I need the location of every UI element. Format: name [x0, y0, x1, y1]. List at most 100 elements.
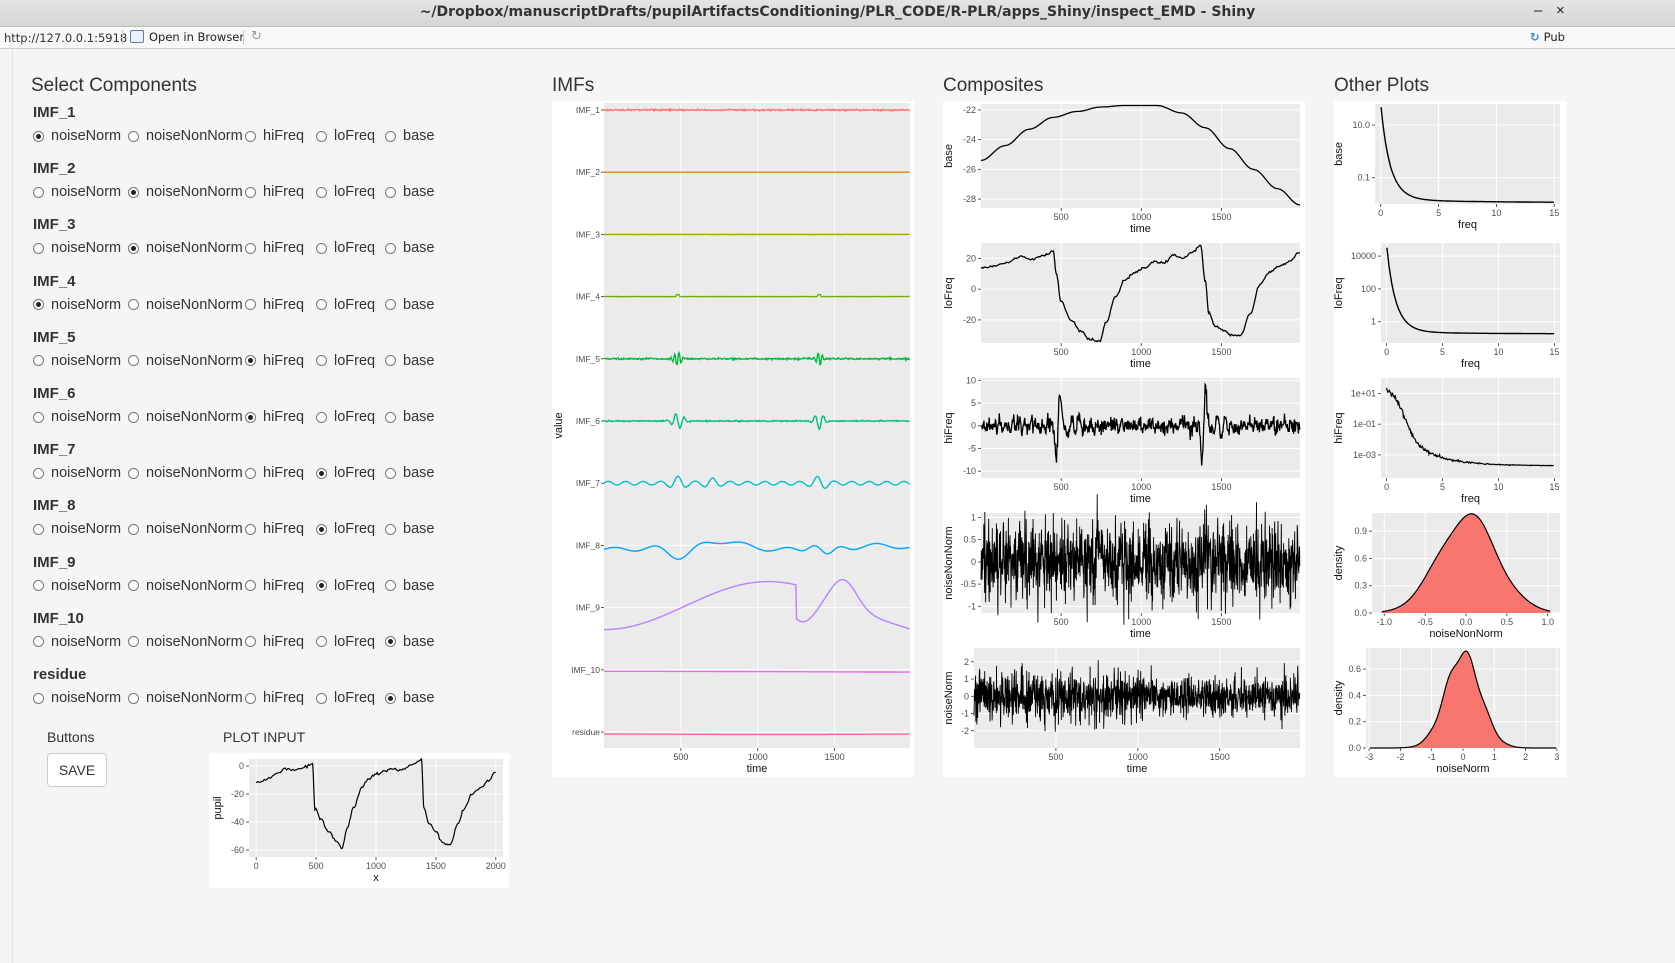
radio-button[interactable]	[33, 186, 44, 198]
radio-button[interactable]	[245, 186, 256, 198]
radio-button[interactable]	[316, 242, 327, 254]
radio-option-noisenorm[interactable]: noiseNorm	[33, 297, 121, 313]
radio-button[interactable]	[385, 523, 396, 535]
radio-option-noisenonnorm[interactable]: noiseNonNorm	[128, 240, 243, 256]
radio-option-base[interactable]: base	[385, 297, 434, 313]
radio-option-noisenonnorm[interactable]: noiseNonNorm	[128, 690, 243, 706]
radio-button[interactable]	[385, 299, 396, 311]
radio-button[interactable]	[385, 467, 396, 479]
radio-option-base[interactable]: base	[385, 690, 434, 706]
radio-button[interactable]	[33, 467, 44, 479]
radio-option-hifreq[interactable]: hiFreq	[245, 521, 304, 537]
radio-option-noisenorm[interactable]: noiseNorm	[33, 184, 121, 200]
radio-option-lofreq[interactable]: loFreq	[316, 521, 375, 537]
radio-button[interactable]	[316, 467, 327, 479]
radio-option-base[interactable]: base	[385, 465, 434, 481]
radio-button[interactable]	[245, 299, 256, 311]
radio-option-noisenonnorm[interactable]: noiseNonNorm	[128, 184, 243, 200]
radio-button[interactable]	[33, 299, 44, 311]
radio-button[interactable]	[128, 355, 139, 367]
radio-button[interactable]	[245, 636, 256, 648]
radio-button[interactable]	[316, 411, 327, 423]
radio-button[interactable]	[33, 636, 44, 648]
radio-option-base[interactable]: base	[385, 409, 434, 425]
radio-button[interactable]	[316, 355, 327, 367]
close-button[interactable]: ×	[1556, 2, 1565, 19]
radio-option-noisenonnorm[interactable]: noiseNonNorm	[128, 409, 243, 425]
radio-option-noisenonnorm[interactable]: noiseNonNorm	[128, 634, 243, 650]
radio-button[interactable]	[33, 355, 44, 367]
radio-button[interactable]	[128, 299, 139, 311]
radio-button[interactable]	[245, 130, 256, 142]
radio-button[interactable]	[33, 242, 44, 254]
radio-option-base[interactable]: base	[385, 578, 434, 594]
radio-option-noisenorm[interactable]: noiseNorm	[33, 521, 121, 537]
radio-option-hifreq[interactable]: hiFreq	[245, 578, 304, 594]
radio-button[interactable]	[316, 636, 327, 648]
radio-option-base[interactable]: base	[385, 184, 434, 200]
radio-button[interactable]	[385, 130, 396, 142]
radio-button[interactable]	[245, 411, 256, 423]
radio-button[interactable]	[245, 467, 256, 479]
radio-button[interactable]	[128, 411, 139, 423]
radio-button[interactable]	[245, 692, 256, 704]
radio-button[interactable]	[128, 636, 139, 648]
radio-button[interactable]	[385, 355, 396, 367]
publish-button[interactable]: ↻ Pub	[1530, 30, 1565, 44]
radio-option-noisenorm[interactable]: noiseNorm	[33, 634, 121, 650]
radio-option-noisenorm[interactable]: noiseNorm	[33, 353, 121, 369]
radio-button[interactable]	[128, 130, 139, 142]
radio-option-hifreq[interactable]: hiFreq	[245, 634, 304, 650]
radio-button[interactable]	[245, 580, 256, 592]
radio-option-lofreq[interactable]: loFreq	[316, 465, 375, 481]
radio-button[interactable]	[385, 242, 396, 254]
open-in-browser-button[interactable]: Open in Browser	[130, 30, 244, 44]
radio-button[interactable]	[316, 130, 327, 142]
radio-option-lofreq[interactable]: loFreq	[316, 578, 375, 594]
radio-button[interactable]	[128, 186, 139, 198]
radio-option-noisenorm[interactable]: noiseNorm	[33, 128, 121, 144]
radio-option-base[interactable]: base	[385, 240, 434, 256]
radio-button[interactable]	[33, 692, 44, 704]
radio-option-base[interactable]: base	[385, 353, 434, 369]
radio-button[interactable]	[128, 523, 139, 535]
radio-button[interactable]	[245, 523, 256, 535]
radio-option-base[interactable]: base	[385, 128, 434, 144]
radio-button[interactable]	[316, 523, 327, 535]
radio-option-noisenorm[interactable]: noiseNorm	[33, 578, 121, 594]
radio-option-lofreq[interactable]: loFreq	[316, 297, 375, 313]
save-button[interactable]: SAVE	[47, 753, 107, 787]
radio-button[interactable]	[128, 580, 139, 592]
radio-button[interactable]	[33, 411, 44, 423]
radio-button[interactable]	[316, 299, 327, 311]
radio-option-noisenorm[interactable]: noiseNorm	[33, 465, 121, 481]
radio-option-lofreq[interactable]: loFreq	[316, 353, 375, 369]
radio-button[interactable]	[33, 580, 44, 592]
radio-option-hifreq[interactable]: hiFreq	[245, 297, 304, 313]
radio-option-base[interactable]: base	[385, 634, 434, 650]
radio-option-lofreq[interactable]: loFreq	[316, 184, 375, 200]
radio-button[interactable]	[128, 692, 139, 704]
radio-option-hifreq[interactable]: hiFreq	[245, 465, 304, 481]
radio-option-hifreq[interactable]: hiFreq	[245, 240, 304, 256]
refresh-icon[interactable]: ↻	[251, 29, 262, 44]
radio-option-hifreq[interactable]: hiFreq	[245, 409, 304, 425]
radio-option-lofreq[interactable]: loFreq	[316, 409, 375, 425]
radio-option-hifreq[interactable]: hiFreq	[245, 184, 304, 200]
minimize-button[interactable]: –	[1534, 2, 1542, 19]
radio-button[interactable]	[385, 411, 396, 423]
radio-button[interactable]	[385, 692, 396, 704]
radio-option-hifreq[interactable]: hiFreq	[245, 353, 304, 369]
radio-option-hifreq[interactable]: hiFreq	[245, 128, 304, 144]
radio-button[interactable]	[385, 636, 396, 648]
radio-option-noisenorm[interactable]: noiseNorm	[33, 240, 121, 256]
radio-button[interactable]	[128, 242, 139, 254]
radio-option-lofreq[interactable]: loFreq	[316, 690, 375, 706]
radio-option-base[interactable]: base	[385, 521, 434, 537]
radio-button[interactable]	[245, 355, 256, 367]
radio-button[interactable]	[33, 523, 44, 535]
radio-option-noisenonnorm[interactable]: noiseNonNorm	[128, 578, 243, 594]
radio-button[interactable]	[33, 130, 44, 142]
radio-option-noisenonnorm[interactable]: noiseNonNorm	[128, 297, 243, 313]
radio-button[interactable]	[316, 580, 327, 592]
